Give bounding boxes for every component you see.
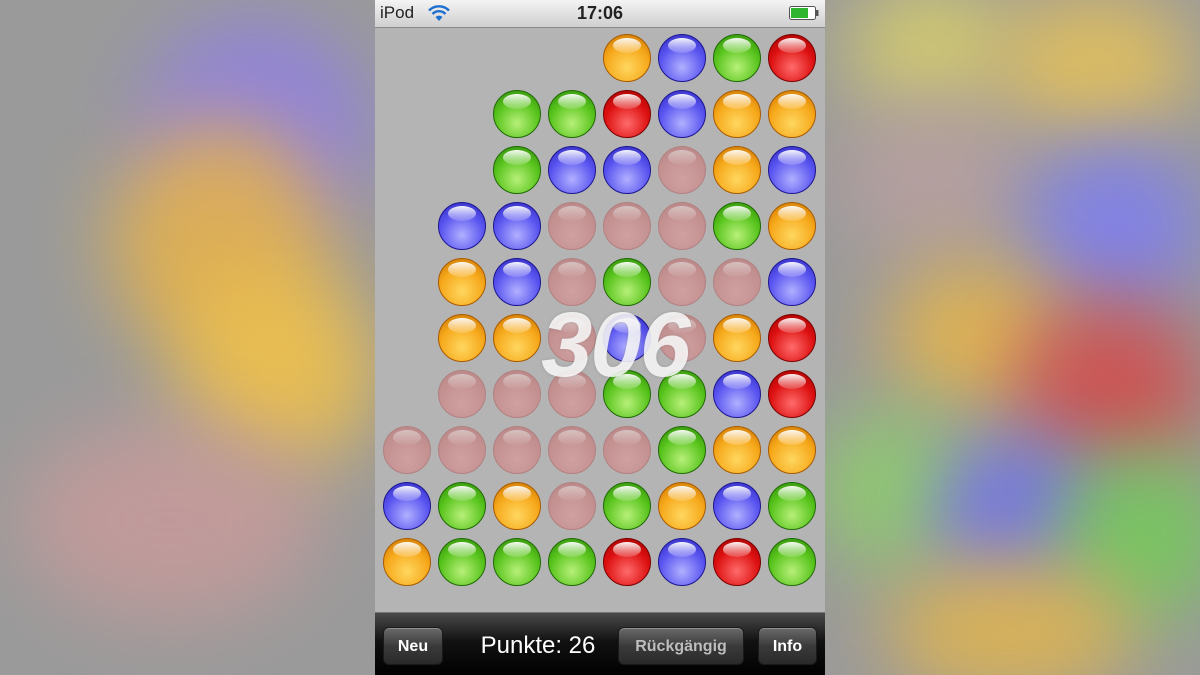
ghost-ball xyxy=(603,426,651,474)
orange-ball[interactable] xyxy=(768,90,816,138)
game-board: 306 xyxy=(375,28,825,612)
ghost-ball xyxy=(658,146,706,194)
blue-ball[interactable] xyxy=(768,146,816,194)
orange-ball[interactable] xyxy=(713,90,761,138)
green-ball[interactable] xyxy=(438,482,486,530)
green-ball[interactable] xyxy=(548,538,596,586)
blue-ball[interactable] xyxy=(658,34,706,82)
ghost-ball xyxy=(548,202,596,250)
green-ball[interactable] xyxy=(713,34,761,82)
red-ball[interactable] xyxy=(768,314,816,362)
undo-button[interactable]: Rückgängig xyxy=(618,627,744,665)
blurred-background-right xyxy=(825,0,1200,675)
green-ball[interactable] xyxy=(713,202,761,250)
red-ball[interactable] xyxy=(768,34,816,82)
green-ball[interactable] xyxy=(658,426,706,474)
green-ball[interactable] xyxy=(768,482,816,530)
blue-ball[interactable] xyxy=(713,482,761,530)
green-ball[interactable] xyxy=(493,146,541,194)
ghost-ball xyxy=(438,370,486,418)
green-ball[interactable] xyxy=(768,538,816,586)
bottom-toolbar: Neu Punkte: 26 Rückgängig Info xyxy=(375,612,825,675)
orange-ball[interactable] xyxy=(768,426,816,474)
score-popup: 306 xyxy=(541,294,691,396)
orange-ball[interactable] xyxy=(713,314,761,362)
blue-ball[interactable] xyxy=(493,202,541,250)
red-ball[interactable] xyxy=(603,90,651,138)
ghost-ball xyxy=(713,258,761,306)
blurred-background-left xyxy=(0,0,375,675)
orange-ball[interactable] xyxy=(713,426,761,474)
status-bar: iPod 17:06 xyxy=(375,0,825,28)
ghost-ball xyxy=(658,202,706,250)
ghost-ball xyxy=(548,426,596,474)
orange-ball[interactable] xyxy=(658,482,706,530)
blue-ball[interactable] xyxy=(548,146,596,194)
red-ball[interactable] xyxy=(768,370,816,418)
green-ball[interactable] xyxy=(438,538,486,586)
ghost-ball xyxy=(493,426,541,474)
blue-ball[interactable] xyxy=(658,538,706,586)
blue-ball[interactable] xyxy=(438,202,486,250)
points-label: Punkte: 26 xyxy=(480,632,596,659)
battery-icon xyxy=(789,6,819,20)
orange-ball[interactable] xyxy=(603,34,651,82)
orange-ball[interactable] xyxy=(438,314,486,362)
orange-ball[interactable] xyxy=(713,146,761,194)
orange-ball[interactable] xyxy=(493,482,541,530)
blue-ball[interactable] xyxy=(768,258,816,306)
orange-ball[interactable] xyxy=(383,538,431,586)
ghost-ball xyxy=(383,426,431,474)
green-ball[interactable] xyxy=(493,90,541,138)
blue-ball[interactable] xyxy=(603,146,651,194)
info-button[interactable]: Info xyxy=(758,627,817,665)
blue-ball[interactable] xyxy=(713,370,761,418)
ghost-ball xyxy=(438,426,486,474)
green-ball[interactable] xyxy=(603,482,651,530)
status-time: 17:06 xyxy=(576,3,624,23)
ghost-ball xyxy=(548,482,596,530)
green-ball[interactable] xyxy=(493,538,541,586)
blue-ball[interactable] xyxy=(658,90,706,138)
red-ball[interactable] xyxy=(713,538,761,586)
orange-ball[interactable] xyxy=(438,258,486,306)
green-ball[interactable] xyxy=(548,90,596,138)
blue-ball[interactable] xyxy=(383,482,431,530)
game-screen: iPod 17:06 306 Neu Punkte: 26 Rückgängig… xyxy=(375,0,825,675)
orange-ball[interactable] xyxy=(768,202,816,250)
new-game-button[interactable]: Neu xyxy=(383,627,443,665)
ghost-ball xyxy=(603,202,651,250)
red-ball[interactable] xyxy=(603,538,651,586)
